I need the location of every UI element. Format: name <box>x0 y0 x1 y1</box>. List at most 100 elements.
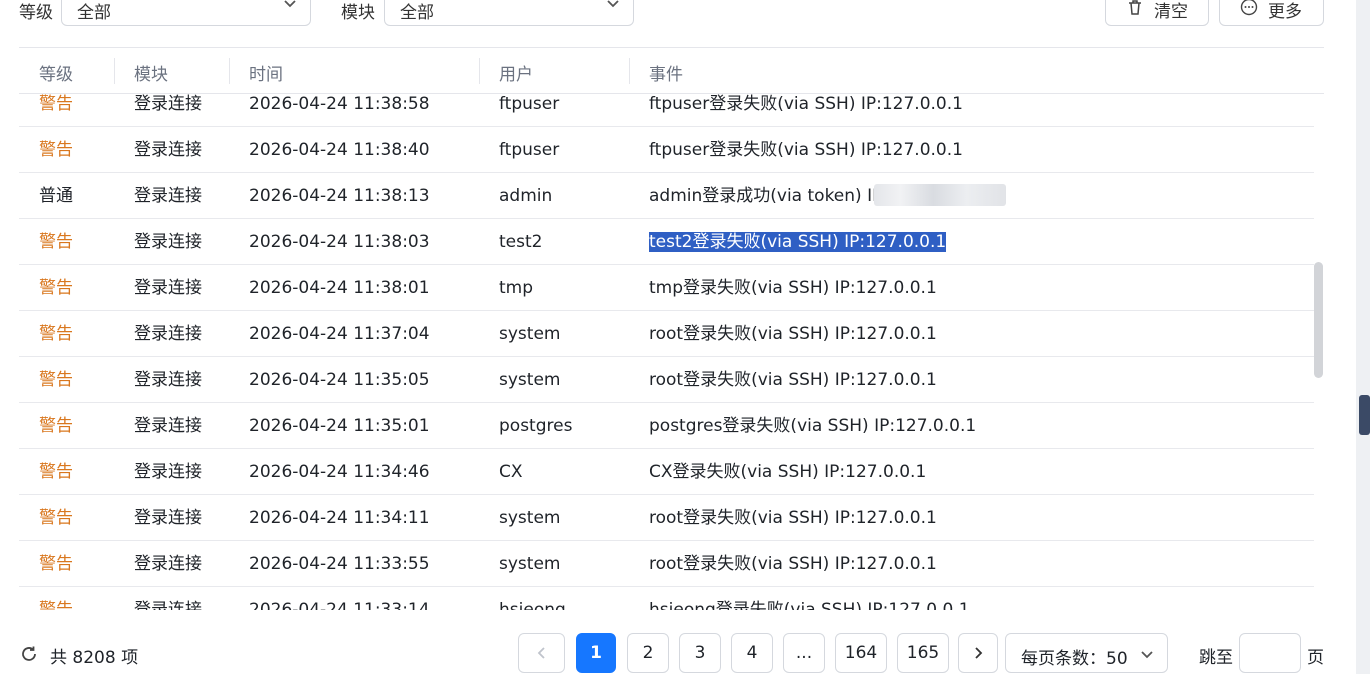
column-divider <box>114 58 115 84</box>
cell-module: 登录连接 <box>134 278 202 298</box>
table-header: 等级 模块 时间 用户 事件 <box>19 47 1324 94</box>
cell-user: system <box>499 370 561 390</box>
cell-module: 登录连接 <box>134 508 202 528</box>
page-button-1[interactable]: 1 <box>576 633 616 673</box>
pagination-bar: 共 8208 项 1 2 3 4... 164 165 每页条数：50 跳至 页 <box>0 630 1356 674</box>
cell-module: 登录连接 <box>134 232 202 252</box>
table-row[interactable]: 警告 登录连接 2026-04-24 11:34:46 CX CX登录失败(via SS… <box>19 449 1314 495</box>
jump-page-input[interactable] <box>1239 633 1301 673</box>
cell-level: 警告 <box>39 370 73 390</box>
filter-bar: 等级 全部 模块 全部 清空 更多 <box>0 0 1340 28</box>
cell-time: 2026-04-24 11:37:04 <box>249 324 430 344</box>
table-row[interactable]: 警告 登录连接 2026-04-24 11:35:05 system root登录失败(… <box>19 357 1314 403</box>
cell-level: 警告 <box>39 140 73 160</box>
cell-time: 2026-04-24 11:33:55 <box>249 554 430 574</box>
page-ellipsis[interactable]: ... <box>783 633 825 673</box>
cell-user: tmp <box>499 278 534 298</box>
level-select[interactable]: 全部 <box>61 0 311 26</box>
jump-suffix: 页 <box>1307 648 1324 668</box>
module-filter-label: 模块 <box>341 3 375 23</box>
cell-user: CX <box>499 462 523 482</box>
page-size-select[interactable]: 每页条数：50 <box>1005 633 1168 673</box>
cell-level: 警告 <box>39 462 73 482</box>
page-size-label: 每页条数：50 <box>1021 649 1128 669</box>
cell-level: 警告 <box>39 324 73 344</box>
column-header-time[interactable]: 时间 <box>249 60 283 85</box>
column-header-module[interactable]: 模块 <box>134 60 168 85</box>
cell-module: 登录连接 <box>134 140 202 160</box>
cell-module: 登录连接 <box>134 186 202 206</box>
table-row[interactable]: 警告 登录连接 2026-04-24 11:33:55 system root登录失败(… <box>19 541 1314 587</box>
cell-level: 警告 <box>39 554 73 574</box>
cell-event: CX登录失败(via SSH) IP:127.0.0.1 <box>649 462 927 482</box>
clear-button[interactable]: 清空 <box>1105 0 1209 26</box>
table-row[interactable]: 警告 登录连接 2026-04-24 11:38:03 test2 test2登录失败(… <box>19 219 1314 265</box>
chevron-left-icon <box>537 647 545 659</box>
table-scrollbar[interactable] <box>1314 262 1323 378</box>
more-button[interactable]: 更多 <box>1219 0 1324 26</box>
cell-time: 2026-04-24 11:38:03 <box>249 232 430 252</box>
column-header-event[interactable]: 事件 <box>649 60 683 85</box>
jump-label: 跳至 <box>1199 648 1233 668</box>
page-button-165[interactable]: 165 <box>897 633 949 673</box>
cell-level: 普通 <box>39 186 73 206</box>
cell-module: 登录连接 <box>134 416 202 436</box>
cell-time: 2026-04-24 11:33:14 <box>249 600 430 610</box>
cell-level: 警告 <box>39 600 73 610</box>
table-row[interactable]: 警告 登录连接 2026-04-24 11:33:14 hsieong hsieong登… <box>19 587 1314 610</box>
cell-time: 2026-04-24 11:38:40 <box>249 140 430 160</box>
cell-user: admin <box>499 186 553 206</box>
cell-time: 2026-04-24 11:35:05 <box>249 370 430 390</box>
cell-time: 2026-04-24 11:34:11 <box>249 508 430 528</box>
cell-module: 登录连接 <box>134 370 202 390</box>
cell-event: tmp登录失败(via SSH) IP:127.0.0.1 <box>649 278 937 298</box>
chevron-down-icon <box>284 0 296 8</box>
cell-level: 警告 <box>39 416 73 436</box>
more-button-label: 更多 <box>1268 2 1302 22</box>
selected-text: test2登录失败(via SSH) IP:127.0.0.1 <box>649 232 947 252</box>
page-button-164[interactable]: 164 <box>835 633 887 673</box>
cell-time: 2026-04-24 11:34:46 <box>249 462 430 482</box>
level-filter-label: 等级 <box>19 3 53 23</box>
refresh-icon[interactable] <box>19 644 39 664</box>
chevron-down-icon <box>1141 651 1153 659</box>
next-page-button[interactable] <box>958 633 998 673</box>
chevron-right-icon <box>975 647 983 659</box>
cell-user: test2 <box>499 232 543 252</box>
page-button-4[interactable]: 4 <box>731 633 773 673</box>
cell-user: ftpuser <box>499 140 560 160</box>
table-row[interactable]: 警告 登录连接 2026-04-24 11:38:40 ftpuser ftpuser登… <box>19 127 1314 173</box>
module-select[interactable]: 全部 <box>384 0 634 26</box>
table-body: 警告 登录连接 2026-04-24 11:38:58 ftpuser ftpuser登… <box>19 81 1314 610</box>
cell-time: 2026-04-24 11:38:13 <box>249 186 430 206</box>
column-header-level[interactable]: 等级 <box>39 60 73 85</box>
cell-time: 2026-04-24 11:38:01 <box>249 278 430 298</box>
cell-user: postgres <box>499 416 573 436</box>
redacted-ip <box>874 183 1006 206</box>
redacted-ip-wrap <box>874 173 1006 219</box>
column-divider <box>229 58 230 84</box>
column-header-user[interactable]: 用户 <box>499 60 533 85</box>
cell-event: test2登录失败(via SSH) IP:127.0.0.1 <box>649 219 947 265</box>
cell-event: root登录失败(via SSH) IP:127.0.0.1 <box>649 554 937 574</box>
window-edge <box>1356 0 1370 674</box>
cell-module: 登录连接 <box>134 324 202 344</box>
prev-page-button[interactable] <box>518 633 565 673</box>
more-dots-icon <box>1240 0 1258 16</box>
table-row[interactable]: 普通 登录连接 2026-04-24 11:38:13 admin admin登录成功(… <box>19 173 1314 219</box>
cell-module: 登录连接 <box>134 554 202 574</box>
cell-user: system <box>499 554 561 574</box>
cell-user: hsieong <box>499 600 566 610</box>
table-row[interactable]: 警告 登录连接 2026-04-24 11:35:01 postgres postgre… <box>19 403 1314 449</box>
page-button-3[interactable]: 3 <box>679 633 721 673</box>
table-row[interactable]: 警告 登录连接 2026-04-24 11:34:11 system root登录失败(… <box>19 495 1314 541</box>
cell-time: 2026-04-24 11:35:01 <box>249 416 430 436</box>
trash-icon <box>1129 0 1141 15</box>
table-row[interactable]: 警告 登录连接 2026-04-24 11:37:04 system root登录失败(… <box>19 311 1314 357</box>
cell-event: root登录失败(via SSH) IP:127.0.0.1 <box>649 370 937 390</box>
table-row[interactable]: 警告 登录连接 2026-04-24 11:38:01 tmp tmp登录失败(via … <box>19 265 1314 311</box>
background-fragment <box>1359 395 1370 435</box>
cell-event: root登录失败(via SSH) IP:127.0.0.1 <box>649 324 937 344</box>
page-button-2[interactable]: 2 <box>627 633 669 673</box>
cell-level: 警告 <box>39 232 73 252</box>
